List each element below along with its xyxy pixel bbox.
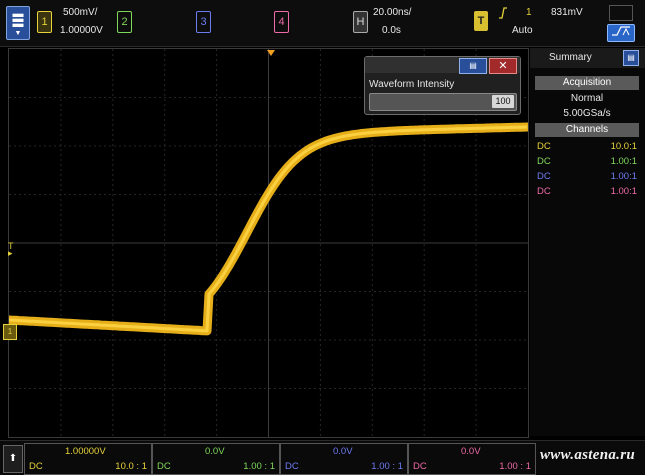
channel-coupling: DC (157, 461, 171, 472)
dialog-menu-button[interactable]: ▤ (459, 58, 487, 74)
channel-probe: 1.00 : 1 (371, 461, 403, 472)
rising-edge-icon (498, 6, 508, 20)
waveform-intensity-value: 100 (492, 95, 514, 108)
trigger-position-marker[interactable] (267, 48, 275, 56)
channel-1-scale: 500mV/ (63, 7, 98, 18)
menu-icon: ▬ ▬ ▬ (12, 8, 24, 30)
channel-offset: 1.00000V (65, 446, 106, 457)
delay-value: 0.0s (382, 25, 401, 36)
trigger-source: 1 (526, 7, 532, 18)
channel-3-summary: DC 1.00:1 (537, 171, 637, 185)
trigger-level-marker[interactable]: T ▸ (8, 242, 18, 258)
channel-coupling: DC (413, 461, 427, 472)
summary-panel: Summary ▤ Acquisition Normal 5.00GSa/s C… (530, 48, 645, 436)
trigger-level: 831mV (551, 7, 583, 18)
channel-probe: 1.00 : 1 (243, 461, 275, 472)
up-arrow-button[interactable]: ⬆ (3, 445, 23, 473)
channel-2-summary: DC 1.00:1 (537, 156, 637, 170)
channel-probe: 1.00:1 (610, 171, 637, 182)
channel-1-summary: DC 10.0:1 (537, 141, 637, 155)
top-status-bar: ▬ ▬ ▬ ▼ 1 500mV/ 1.00000V 2 3 4 H 20.00ns/… (0, 0, 645, 47)
acquisition-header: Acquisition (535, 76, 639, 90)
channel-2-button[interactable]: 2 (117, 11, 132, 33)
edge-trigger-icon (612, 26, 630, 36)
channel-coupling: DC (537, 141, 551, 152)
trigger-type-button[interactable] (607, 24, 635, 42)
channel-probe: 1.00:1 (610, 186, 637, 197)
channel-coupling: DC (537, 171, 551, 182)
channel-coupling: DC (537, 156, 551, 167)
summary-header: Summary ▤ (530, 48, 645, 68)
channel-1-ground-marker[interactable]: 1 (3, 324, 17, 340)
timebase-value: 20.00ns/ (373, 7, 412, 18)
summary-title: Summary (549, 52, 592, 63)
channel-1-offset: 1.00000V (60, 25, 103, 36)
channel-4-summary: DC 1.00:1 (537, 186, 637, 200)
horizontal-button[interactable]: H (353, 11, 368, 33)
acquisition-mode: Normal (570, 93, 604, 104)
chevron-down-icon: ▼ (14, 30, 22, 37)
trigger-mode: Auto (512, 25, 533, 36)
channel-offset: 0.0V (205, 446, 225, 457)
channel-coupling: DC (29, 461, 43, 472)
channel-coupling: DC (537, 186, 551, 197)
arrow-up-icon: ⬆ (8, 453, 18, 464)
channel-coupling: DC (285, 461, 299, 472)
sample-rate: 5.00GSa/s (563, 108, 611, 119)
channel-probe: 10.0 : 1 (115, 461, 147, 472)
channel-1-button[interactable]: 1 (37, 11, 52, 33)
channel-3-button[interactable]: 3 (196, 11, 211, 33)
channel-2-softkey[interactable]: 0.0V DC 1.00 : 1 (152, 443, 280, 475)
channels-header: Channels (535, 123, 639, 137)
main-menu-button[interactable]: ▬ ▬ ▬ ▼ (6, 6, 30, 40)
waveform-intensity-dialog: ▤ ✕ Waveform Intensity 100 (364, 56, 521, 115)
dialog-close-button[interactable]: ✕ (489, 58, 517, 74)
channel-1-softkey[interactable]: 1.00000V DC 10.0 : 1 (24, 443, 152, 475)
expand-icon[interactable] (609, 5, 633, 21)
trigger-button[interactable]: T (474, 11, 488, 31)
close-icon: ✕ (498, 60, 508, 72)
summary-menu-button[interactable]: ▤ (623, 50, 639, 66)
channel-offset: 0.0V (461, 446, 481, 457)
channel-probe: 10.0:1 (610, 141, 637, 152)
channel-offset: 0.0V (333, 446, 353, 457)
channel-3-softkey[interactable]: 0.0V DC 1.00 : 1 (280, 443, 408, 475)
channel-4-button[interactable]: 4 (274, 11, 289, 33)
channel-probe: 1.00:1 (610, 156, 637, 167)
waveform-intensity-label: Waveform Intensity (369, 79, 455, 90)
channel-probe: 1.00 : 1 (499, 461, 531, 472)
waveform-intensity-slider[interactable]: 100 (369, 93, 517, 111)
channel-4-softkey[interactable]: 0.0V DC 1.00 : 1 (408, 443, 536, 475)
watermark: www.astena.ru (539, 447, 635, 463)
